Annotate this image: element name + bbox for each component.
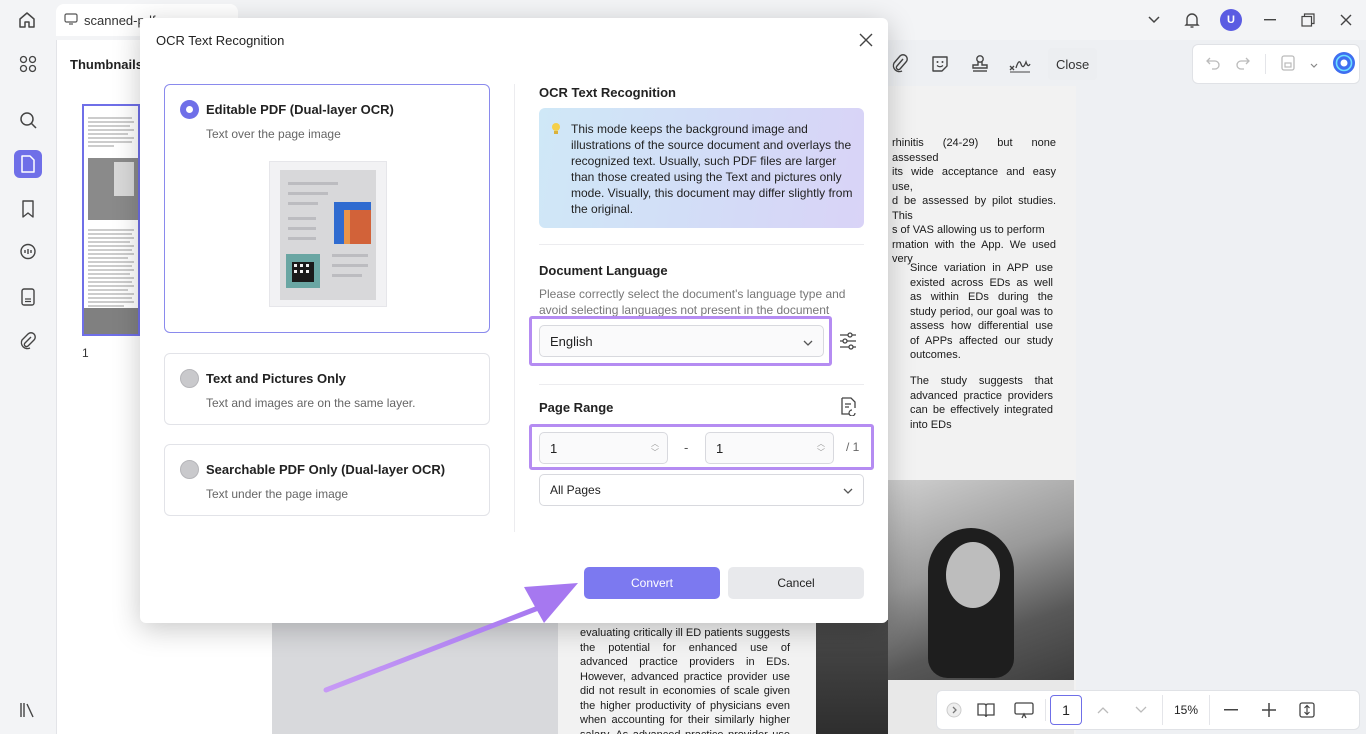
paperclip-icon[interactable] [888,52,912,76]
range-separator: - [684,440,689,455]
doc-text-col1-bottom: evaluating critically ill ED patients su… [580,627,790,734]
page-range-settings-icon[interactable] [838,396,858,419]
divider [514,84,515,532]
stamp-icon[interactable] [968,52,992,76]
option-subtitle: Text and images are on the same layer. [206,396,416,410]
option-title: Text and Pictures Only [206,371,346,386]
signature-icon[interactable] [1008,52,1032,76]
doc-line: d be assessed by pilot studies. This [892,195,1056,222]
page-thumbnail[interactable] [82,104,140,336]
minimize-icon[interactable] [1260,10,1280,30]
language-settings-icon[interactable] [838,331,858,354]
annotation-toolbar: Close [888,46,1098,82]
restore-icon[interactable] [1298,10,1318,30]
convert-button[interactable]: Convert [584,567,720,599]
redo-icon[interactable] [1235,56,1251,73]
close-icon[interactable] [856,30,876,50]
cancel-button[interactable]: Cancel [728,567,864,599]
language-value: English [550,333,593,349]
option-title: Searchable PDF Only (Dual-layer OCR) [206,462,446,477]
doc-text-col2b: The study suggests that advanced practic… [910,375,1053,431]
radio-unselected[interactable] [180,369,199,388]
page-navigation-bar: 1 15% [936,690,1360,730]
doc-text-top: rhinitis (24-29) but none assessed its w… [892,136,1056,267]
radio-unselected[interactable] [180,460,199,479]
bell-icon[interactable] [1182,10,1202,30]
option-editable-pdf[interactable]: Editable PDF (Dual-layer OCR) Text over … [164,84,490,333]
document-photo-edge [816,620,888,734]
zoom-in-icon[interactable] [1252,695,1286,725]
reading-mode-icon[interactable] [969,695,1003,725]
next-page-icon[interactable] [1124,695,1158,725]
undo-icon[interactable] [1205,56,1221,73]
presentation-icon[interactable] [1007,695,1041,725]
form-icon[interactable] [14,283,42,311]
document-language-hint: Please correctly select the document's l… [539,287,846,317]
home-icon[interactable] [14,8,40,32]
save-icon[interactable] [1280,54,1296,75]
preview-illustration [269,161,387,307]
chevron-down-icon[interactable] [1144,10,1164,30]
range-to-value: 1 [716,440,724,456]
save-dropdown-icon[interactable] [1310,57,1318,72]
stepper-arrows-icon[interactable]: ︿ ﹀ [817,439,825,457]
bookmark-icon[interactable] [14,195,42,223]
option-searchable-pdf[interactable]: Searchable PDF Only (Dual-layer OCR) Tex… [164,444,490,516]
library-icon[interactable] [14,696,42,724]
radio-selected[interactable] [180,100,199,119]
thumbnail-page-number: 1 [82,346,89,360]
doc-line: its wide acceptance and easy use, [892,166,1056,193]
range-from-value: 1 [550,440,558,456]
divider [539,384,864,385]
page-number-input[interactable]: 1 [1050,695,1082,725]
range-total: / 1 [846,440,860,454]
chevron-down-icon [803,335,813,350]
pages-select[interactable]: All Pages [539,474,864,506]
settings-title: OCR Text Recognition [539,85,676,100]
doc-line: s of VAS allowing us to perform [892,224,1045,236]
info-box: This mode keeps the background image and… [539,108,864,228]
divider [539,244,864,245]
divider [1265,54,1266,74]
info-text: This mode keeps the background image and… [571,122,853,216]
divider [1045,699,1046,721]
thumbnails-title: Thumbnails [70,57,143,72]
apps-grid-icon[interactable] [14,50,42,78]
close-window-icon[interactable] [1336,10,1356,30]
zoom-out-icon[interactable] [1214,695,1248,725]
doc-line: rhinitis (24-29) but none assessed [892,137,1056,164]
zoom-level[interactable]: 15% [1162,695,1210,725]
dialog-title: OCR Text Recognition [156,33,285,48]
comment-icon[interactable] [14,238,42,266]
sticker-icon[interactable] [928,52,952,76]
option-subtitle: Text under the page image [206,487,349,501]
previous-page-icon[interactable] [1086,695,1120,725]
ocr-dialog: OCR Text Recognition Editable PDF (Dual-… [140,18,888,623]
monitor-icon [64,12,78,28]
document-language-title: Document Language [539,263,668,278]
ai-assistant-icon[interactable] [1332,51,1356,78]
option-title: Editable PDF (Dual-layer OCR) [206,102,394,117]
document-margin [272,620,558,734]
stepper-arrows-icon[interactable]: ︿ ﹀ [651,439,659,457]
attachment-icon[interactable] [14,327,42,355]
thumbnails-icon[interactable] [14,150,42,178]
avatar[interactable]: U [1220,9,1242,31]
page-range-title: Page Range [539,400,614,415]
option-text-pictures[interactable]: Text and Pictures Only Text and images a… [164,353,490,425]
search-icon[interactable] [14,106,42,134]
collapse-icon[interactable] [943,695,965,725]
fit-page-icon[interactable] [1290,695,1324,725]
pages-select-value: All Pages [550,483,601,497]
close-tool-button[interactable]: Close [1048,48,1098,80]
range-to-input[interactable]: 1 ︿ ﹀ [705,432,834,464]
doc-text-col2: Since variation in APP use existed acros… [910,262,1053,361]
range-from-input[interactable]: 1 ︿ ﹀ [539,432,668,464]
chevron-down-icon [843,484,853,498]
lightbulb-icon [551,122,561,139]
language-select[interactable]: English [539,325,824,357]
history-toolbar [1192,44,1360,84]
left-icon-rail [0,40,56,734]
option-subtitle: Text over the page image [206,127,341,141]
